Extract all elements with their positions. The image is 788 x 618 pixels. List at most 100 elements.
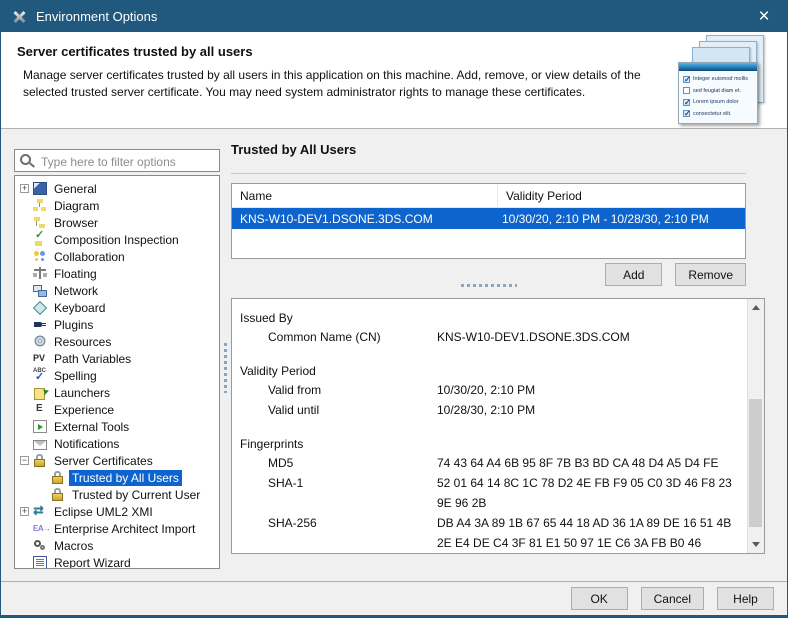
detail-value: 74 43 64 A4 6B 95 8F 7B B3 BD CA 48 D4 A… bbox=[437, 453, 739, 473]
details-section-fingerprints: FingerprintsMD574 43 64 A4 6B 95 8F 7B B… bbox=[240, 435, 747, 553]
table-row[interactable]: KNS-W10-DEV1.DSONE.3DS.COM10/30/20, 2:10… bbox=[232, 208, 745, 229]
resources-icon bbox=[33, 335, 47, 348]
tree-item-path-variables[interactable]: Path Variables bbox=[18, 350, 219, 367]
tree-item-external-tools[interactable]: External Tools bbox=[18, 418, 219, 435]
detail-label: MD5 bbox=[268, 453, 437, 473]
horizontal-splitter-handle[interactable] bbox=[461, 284, 517, 287]
column-header-validity[interactable]: Validity Period bbox=[498, 184, 745, 207]
ea-icon bbox=[33, 522, 47, 535]
tree-item-enterprise-architect-import[interactable]: Enterprise Architect Import bbox=[18, 520, 219, 537]
page-title: Server certificates trusted by all users bbox=[17, 44, 657, 59]
close-icon[interactable]: × bbox=[741, 1, 787, 32]
path-variables-icon bbox=[33, 352, 47, 365]
panel-title: Trusted by All Users bbox=[231, 142, 356, 157]
certificate-details: Issued ByCommon Name (CN)KNS-W10-DEV1.DS… bbox=[232, 299, 747, 553]
plus-expand-icon[interactable]: + bbox=[20, 507, 29, 516]
tree-item-floating[interactable]: Floating bbox=[18, 265, 219, 282]
title-bar[interactable]: Environment Options × bbox=[1, 1, 787, 32]
detail-value: KNS-W10-DEV1.DSONE.3DS.COM bbox=[437, 327, 739, 347]
tree-item-label: Trusted by Current User bbox=[69, 487, 203, 503]
tree-item-composition-inspection[interactable]: Composition Inspection bbox=[18, 231, 219, 248]
vertical-splitter-handle[interactable] bbox=[224, 343, 227, 393]
checklist-panel-icon: Integer euismod mollissed feugiat diam e… bbox=[678, 62, 758, 124]
tree-item-network[interactable]: Network bbox=[18, 282, 219, 299]
tree-item-spelling[interactable]: Spelling bbox=[18, 367, 219, 384]
keyboard-icon bbox=[33, 301, 47, 314]
table-button-row: Add Remove bbox=[231, 263, 746, 286]
lock-icon bbox=[51, 471, 65, 484]
options-tree: + GeneralDiagramBrowserComposition Inspec… bbox=[14, 175, 220, 569]
add-button[interactable]: Add bbox=[605, 263, 662, 286]
tree-item-server-certificates[interactable]: −Server Certificates bbox=[18, 452, 219, 469]
general-icon bbox=[33, 182, 47, 195]
section-title: Issued By bbox=[240, 309, 747, 327]
search-icon bbox=[20, 154, 31, 165]
details-scrollbar[interactable] bbox=[747, 299, 764, 553]
eclipse-icon bbox=[33, 505, 47, 518]
certificate-details-panel: Issued ByCommon Name (CN)KNS-W10-DEV1.DS… bbox=[231, 298, 765, 554]
tree-item-eclipse-uml2-xmi[interactable]: +Eclipse UML2 XMI bbox=[18, 503, 219, 520]
tree-item-label: Trusted by All Users bbox=[69, 470, 182, 486]
tree-item-notifications[interactable]: Notifications bbox=[18, 435, 219, 452]
tree-item-diagram[interactable]: Diagram bbox=[18, 197, 219, 214]
tree-item-trusted-by-all-users[interactable]: Trusted by All Users bbox=[18, 469, 219, 486]
tree-item-browser[interactable]: Browser bbox=[18, 214, 219, 231]
main-panel: Trusted by All Users Name Validity Perio… bbox=[231, 129, 765, 581]
column-header-name[interactable]: Name bbox=[232, 184, 498, 207]
scroll-up-icon[interactable] bbox=[748, 299, 764, 316]
notifications-icon bbox=[33, 440, 47, 450]
plus-expand-icon[interactable]: + bbox=[20, 184, 29, 193]
tree-item-plugins[interactable]: Plugins bbox=[18, 316, 219, 333]
horizontal-splitter bbox=[231, 284, 746, 287]
checklist-item: sed feugiat diam et. bbox=[683, 87, 754, 94]
checklist-titlebar bbox=[679, 63, 757, 71]
tree-item-label: Composition Inspection bbox=[51, 232, 182, 248]
tree-item-label: Path Variables bbox=[51, 351, 134, 367]
app-logo-icon bbox=[11, 9, 27, 25]
scrollbar-thumb[interactable] bbox=[749, 399, 762, 527]
detail-row: Valid until10/28/30, 2:10 PM bbox=[240, 400, 747, 420]
detail-label: SHA-256 bbox=[268, 513, 437, 553]
minus-expand-icon[interactable]: − bbox=[20, 456, 29, 465]
checklist-item-label: sed feugiat diam et. bbox=[693, 88, 741, 94]
external-tools-icon bbox=[33, 420, 47, 433]
diagram-icon bbox=[33, 199, 47, 212]
tree-item-keyboard[interactable]: Keyboard bbox=[18, 299, 219, 316]
tree-item-experience[interactable]: Experience bbox=[18, 401, 219, 418]
network-icon bbox=[33, 284, 47, 297]
tree-item-label: General bbox=[51, 181, 100, 197]
ok-button[interactable]: OK bbox=[571, 587, 628, 610]
tree-item-macros[interactable]: Macros bbox=[18, 537, 219, 554]
remove-button[interactable]: Remove bbox=[675, 263, 746, 286]
tree-item-report-wizard[interactable]: Report Wizard bbox=[18, 554, 219, 569]
tree-item-label: Enterprise Architect Import bbox=[51, 521, 198, 537]
spelling-icon bbox=[33, 369, 47, 382]
tree-item-collaboration[interactable]: Collaboration bbox=[18, 248, 219, 265]
lock-icon bbox=[51, 488, 65, 501]
launchers-icon bbox=[33, 386, 47, 399]
help-button[interactable]: Help bbox=[717, 587, 774, 610]
filter-input[interactable] bbox=[39, 151, 219, 172]
cancel-button[interactable]: Cancel bbox=[641, 587, 704, 610]
plugins-icon bbox=[33, 318, 47, 331]
dialog-body: + GeneralDiagramBrowserComposition Inspec… bbox=[1, 129, 787, 581]
tree-item-label: Floating bbox=[51, 266, 100, 282]
checklist-item-label: consectetur elit. bbox=[693, 111, 732, 117]
detail-label: Valid from bbox=[268, 380, 437, 400]
report-icon bbox=[33, 556, 47, 569]
tree-item-general[interactable]: + General bbox=[18, 180, 219, 197]
section-title: Validity Period bbox=[240, 362, 747, 380]
options-illustration: Integer euismod mollissed feugiat diam e… bbox=[672, 35, 780, 125]
tree-item-resources[interactable]: Resources bbox=[18, 333, 219, 350]
table-header: Name Validity Period bbox=[232, 184, 745, 208]
tree-item-launchers[interactable]: Launchers bbox=[18, 384, 219, 401]
tree-item-label: Browser bbox=[51, 215, 101, 231]
tree-item-label: Keyboard bbox=[51, 300, 108, 316]
scroll-down-icon[interactable] bbox=[748, 536, 764, 553]
checked-checkbox-icon bbox=[683, 110, 690, 117]
checklist-item: consectetur elit. bbox=[683, 110, 754, 117]
tree-item-trusted-by-current-user[interactable]: Trusted by Current User bbox=[18, 486, 219, 503]
unchecked-checkbox-icon bbox=[683, 87, 690, 94]
footer-bar: OK Cancel Help bbox=[1, 581, 787, 615]
detail-value: DB A4 3A 89 1B 67 65 44 18 AD 36 1A 89 D… bbox=[437, 513, 739, 553]
